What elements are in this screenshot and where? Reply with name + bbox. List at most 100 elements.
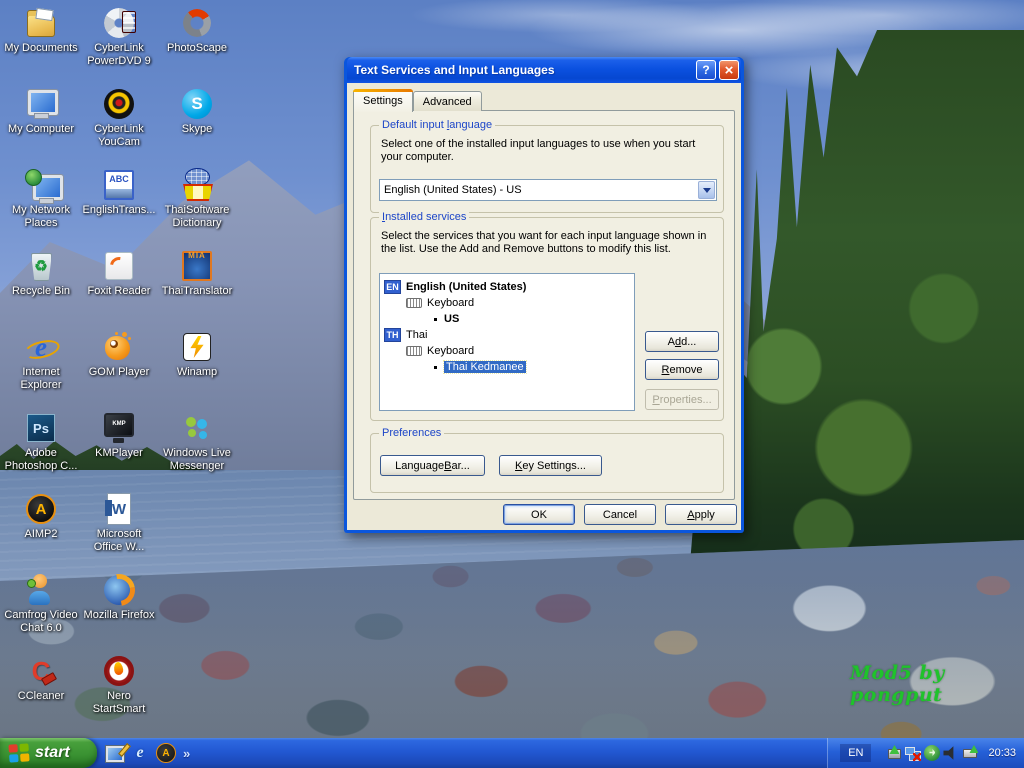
properties-button[interactable]: Properties...: [645, 389, 719, 410]
tree-label: Keyboard: [427, 297, 475, 309]
my-documents-icon: [24, 6, 58, 40]
safely-remove-hardware-icon[interactable]: [886, 745, 902, 761]
nero-flame-icon: [102, 654, 136, 688]
taskbar: start e A » EN 20:33: [0, 738, 1024, 768]
icon-label: Microsoft Office W...: [93, 528, 145, 553]
watermark-text: Mod5 by pongput: [850, 662, 945, 706]
abc-translator-icon: ABC: [102, 168, 136, 202]
remove-button[interactable]: Remove: [645, 359, 719, 380]
services-listbox[interactable]: EN English (United States) Keyboard US T…: [379, 273, 635, 411]
tree-row-entry[interactable]: US: [380, 311, 634, 327]
desktop-icon-word[interactable]: W Microsoft Office W...: [80, 492, 158, 573]
volume-icon[interactable]: [943, 746, 954, 760]
desktop-icon-internet-explorer[interactable]: e Internet Explorer: [2, 330, 80, 411]
desktop-icon-englishtrans[interactable]: ABC EnglishTrans...: [80, 168, 158, 249]
word-document-icon: W: [102, 492, 136, 526]
dialog-title-bar[interactable]: Text Services and Input Languages ? ×: [347, 57, 741, 83]
desktop-icon-winamp[interactable]: Winamp: [158, 330, 236, 411]
selected-tree-label: Thai Kedmanee: [443, 360, 527, 374]
camfrog-person-icon: [24, 573, 58, 607]
installed-services-group: Installed services Select the services t…: [370, 211, 724, 421]
tab-settings[interactable]: Settings: [353, 89, 413, 112]
icon-label: GOM Player: [88, 366, 150, 378]
group-description: Select one of the installed input langua…: [381, 138, 696, 163]
foxit-swoosh-icon: [102, 249, 136, 283]
desktop-icon-windows-live-messenger[interactable]: Windows Live Messenger: [158, 411, 236, 492]
add-button[interactable]: Ad d...: [645, 331, 719, 352]
icon-label: AIMP2: [24, 528, 58, 540]
messenger-people-icon: [180, 411, 214, 445]
desktop-icon-kmplayer[interactable]: KMP KMPlayer: [80, 411, 158, 492]
language-indicator[interactable]: EN: [840, 744, 872, 762]
language-badge: TH: [384, 328, 401, 342]
group-caption: Default input language: [379, 119, 496, 131]
show-desktop-icon[interactable]: [105, 744, 125, 763]
icon-label: My Documents: [4, 42, 78, 54]
icon-label: Camfrog Video Chat 6.0: [4, 609, 78, 634]
taskbar-clock[interactable]: 20:33: [988, 747, 1016, 759]
group-description: Select the services that you want for ea…: [381, 230, 707, 255]
desktop-icon-photoscape[interactable]: PhotoScape: [158, 6, 236, 87]
desktop-icon-powerdvd[interactable]: CyberLink PowerDVD 9: [80, 6, 158, 87]
tree-row-category[interactable]: Keyboard: [380, 295, 634, 311]
desktop-icon-camfrog[interactable]: Camfrog Video Chat 6.0: [2, 573, 80, 654]
close-button[interactable]: ×: [719, 60, 739, 80]
internet-explorer-quicklaunch-icon[interactable]: e: [131, 744, 149, 762]
desktop-icon-my-computer[interactable]: My Computer: [2, 87, 80, 168]
tree-label: Thai: [406, 329, 428, 341]
desktop-icon-youcam[interactable]: CyberLink YouCam: [80, 87, 158, 168]
desktop-icon-nero[interactable]: Nero StartSmart: [80, 654, 158, 735]
gom-blob-icon: [102, 330, 136, 364]
language-badge: EN: [384, 280, 401, 294]
ok-button[interactable]: OK: [503, 504, 575, 525]
computer-icon: [24, 87, 59, 121]
icon-label: CyberLink YouCam: [94, 123, 144, 148]
icon-label: CCleaner: [17, 690, 65, 702]
desktop-icon-network-places[interactable]: My Network Places: [2, 168, 80, 249]
firefox-icon: [102, 573, 136, 607]
desktop-icon-recycle-bin[interactable]: ♻ Recycle Bin: [2, 249, 80, 330]
quicklaunch-overflow-chevron[interactable]: »: [183, 746, 190, 761]
desktop-icon-gom-player[interactable]: GOM Player: [80, 330, 158, 411]
network-globe-icon: [24, 168, 64, 204]
tree-row-category[interactable]: Keyboard: [380, 343, 634, 359]
tab-advanced[interactable]: Advanced: [412, 91, 482, 111]
bullet-icon: [434, 365, 437, 369]
tree-row-language[interactable]: EN English (United States): [380, 279, 634, 295]
preferences-group: Preferences Language Bar... Key Settings…: [370, 427, 724, 493]
desktop-icon-firefox[interactable]: Mozilla Firefox: [80, 573, 158, 654]
network-disconnected-icon[interactable]: [905, 745, 922, 761]
desktop-icon-thaitranslator[interactable]: MIA ThaiTranslator: [158, 249, 236, 330]
desktop-icon-thaisoftware-dictionary[interactable]: ThaiSoftware Dictionary: [158, 168, 236, 249]
text-services-dialog: Text Services and Input Languages ? × Se…: [344, 57, 744, 533]
desktop-icon-photoshop[interactable]: Ps Adobe Photoshop C...: [2, 411, 80, 492]
help-button[interactable]: ?: [696, 60, 716, 80]
download-manager-icon[interactable]: [924, 745, 941, 761]
icon-label: EnglishTrans...: [82, 204, 156, 216]
desktop-icon-my-documents[interactable]: My Documents: [2, 6, 80, 87]
dialog-footer: OK Cancel Apply: [503, 504, 737, 525]
desktop-icon-skype[interactable]: S Skype: [158, 87, 236, 168]
icon-label: Mozilla Firefox: [83, 609, 155, 621]
chevron-down-icon[interactable]: [698, 181, 715, 199]
apply-button[interactable]: Apply: [665, 504, 737, 525]
desktop-icon-aimp2[interactable]: A AIMP2: [2, 492, 80, 573]
icon-label: PhotoScape: [167, 42, 227, 54]
tree-row-entry-selected[interactable]: Thai Kedmanee: [380, 359, 634, 375]
cancel-button[interactable]: Cancel: [584, 504, 656, 525]
start-button[interactable]: start: [0, 738, 97, 768]
tab-strip: Settings Advanced: [353, 89, 482, 112]
desktop-icon-foxit-reader[interactable]: Foxit Reader: [80, 249, 158, 330]
key-settings-button[interactable]: Key Settings...: [499, 455, 602, 476]
photoscape-swirl-icon: [180, 6, 214, 40]
grid-spacer: [158, 492, 236, 573]
desktop-icon-ccleaner[interactable]: C CCleaner: [2, 654, 80, 735]
photoshop-icon: Ps: [24, 411, 58, 445]
input-device-icon[interactable]: [962, 745, 978, 761]
language-bar-button[interactable]: Language Bar...: [380, 455, 485, 476]
tree-row-language[interactable]: TH Thai: [380, 327, 634, 343]
tree-label: US: [444, 313, 460, 325]
aimp-quicklaunch-icon[interactable]: A: [156, 743, 176, 763]
default-language-dropdown[interactable]: English (United States) - US: [379, 179, 717, 201]
icon-label: Foxit Reader: [87, 285, 151, 297]
